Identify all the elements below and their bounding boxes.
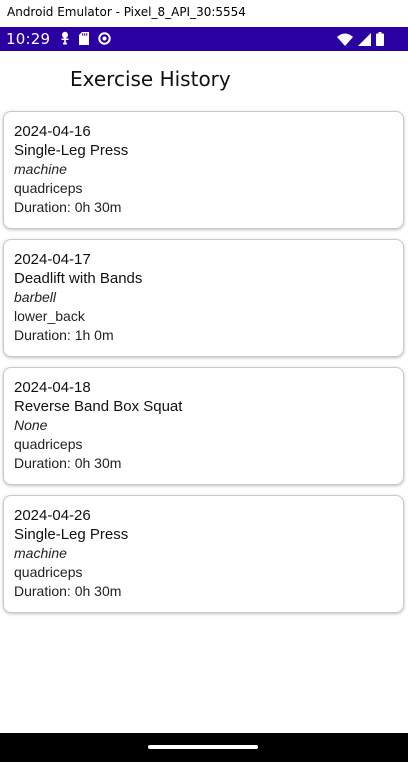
exercise-muscle: quadriceps	[14, 564, 83, 580]
exercise-date: 2024-04-17	[14, 251, 91, 268]
exercise-duration: Duration: 0h 30m	[14, 583, 122, 599]
exercise-card[interactable]: 2024-04-16 Single-Leg Press machine quad…	[3, 111, 404, 229]
exercise-equipment: barbell	[14, 289, 57, 305]
status-left-icons	[60, 30, 111, 49]
exercise-card[interactable]: 2024-04-17 Deadlift with Bands barbell l…	[3, 239, 404, 357]
exercise-date: 2024-04-16	[14, 123, 91, 140]
status-right-icons	[337, 31, 384, 50]
battery-icon	[376, 31, 384, 50]
exercise-duration: Duration: 0h 30m	[14, 199, 122, 215]
exercise-muscle: quadriceps	[14, 436, 83, 452]
exercise-name: Single-Leg Press	[14, 142, 129, 159]
sd-card-icon	[79, 30, 90, 49]
status-bar: 10:29	[0, 27, 408, 51]
exercise-muscle: lower_back	[14, 308, 85, 324]
window-title: Android Emulator - Pixel_8_API_30:5554	[0, 0, 408, 27]
page-title: Exercise History	[70, 67, 231, 91]
exercise-history-list[interactable]: 2024-04-16 Single-Leg Press machine quad…	[3, 111, 404, 623]
exercise-duration: Duration: 0h 30m	[14, 455, 122, 471]
home-gesture-handle[interactable]	[148, 745, 258, 749]
exercise-date: 2024-04-18	[14, 379, 91, 396]
exercise-equipment: machine	[14, 545, 67, 561]
exercise-equipment: None	[14, 417, 48, 433]
exercise-name: Deadlift with Bands	[14, 270, 143, 287]
status-time: 10:29	[6, 30, 51, 48]
exercise-date: 2024-04-26	[14, 507, 91, 524]
exercise-duration: Duration: 1h 0m	[14, 327, 114, 343]
exercise-name: Single-Leg Press	[14, 526, 129, 543]
exercise-muscle: quadriceps	[14, 180, 83, 196]
exercise-name: Reverse Band Box Squat	[14, 398, 183, 415]
exercise-equipment: machine	[14, 161, 67, 177]
sync-icon	[98, 30, 111, 49]
wifi-icon	[337, 31, 353, 50]
exercise-card[interactable]: 2024-04-18 Reverse Band Box Squat None q…	[3, 367, 404, 485]
exercise-card[interactable]: 2024-04-26 Single-Leg Press machine quad…	[3, 495, 404, 613]
usb-debug-icon	[60, 30, 70, 49]
app-header: Exercise History	[0, 51, 408, 107]
navigation-bar	[0, 733, 408, 762]
signal-icon	[358, 31, 371, 50]
